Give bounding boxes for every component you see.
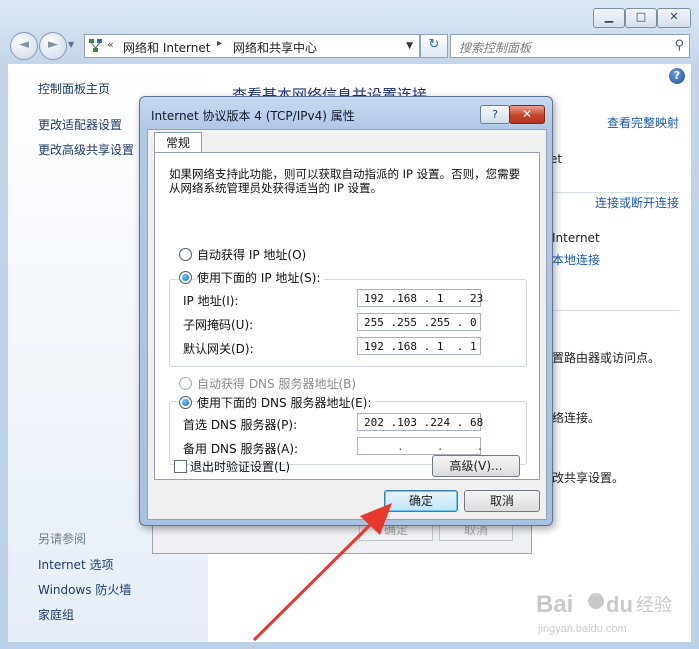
- default-gateway-label: 默认网关(D):: [183, 342, 254, 356]
- manual-ip-radio[interactable]: [179, 271, 192, 284]
- alternate-dns-label: 备用 DNS 服务器(A):: [183, 442, 299, 456]
- ok-button[interactable]: 确定: [384, 490, 458, 512]
- sidebar-link-advanced-sharing[interactable]: 更改高级共享设置: [38, 141, 134, 158]
- sidebar-link-adapter-settings[interactable]: 更改适配器设置: [38, 116, 122, 133]
- see-also-heading: 另请参阅: [38, 532, 87, 546]
- preferred-dns-label: 首选 DNS 服务器(P):: [183, 418, 298, 432]
- watermark-jingyan: 经验: [636, 595, 672, 616]
- watermark-paw-text: du: [606, 592, 633, 617]
- ip-address-label: IP 地址(I):: [183, 294, 239, 308]
- forward-button[interactable]: ►: [39, 32, 67, 60]
- dialog-help-button[interactable]: ?: [480, 105, 510, 124]
- address-bar[interactable]: « 网络和 Internet ▸ 网络和共享中心 ▼: [84, 34, 420, 58]
- ipv4-properties-dialog: Internet 协议版本 4 (TCP/IPv4) 属性 ? ✕ 常规 如果网…: [139, 96, 553, 526]
- auto-dns-label: 自动获得 DNS 服务器地址(B): [197, 377, 357, 391]
- view-full-map-link[interactable]: 查看完整映射: [607, 114, 679, 131]
- task-text-connect: 络连接。: [552, 411, 601, 425]
- tab-general[interactable]: 常规: [154, 132, 202, 153]
- network-icon: [89, 39, 102, 52]
- back-button[interactable]: ◄: [10, 32, 38, 60]
- watermark-brand: Bai: [536, 591, 573, 618]
- close-icon: ✕: [669, 10, 679, 23]
- alternate-dns-input[interactable]: . . .: [357, 437, 483, 455]
- subnet-mask-input[interactable]: 255 .255 .255 . 0: [357, 313, 481, 331]
- breadcrumb-separator-icon[interactable]: ▸: [217, 38, 222, 49]
- tab-panel-general: 如果网络支持此功能，则可以获取自动指派的 IP 设置。否则，您需要从网络系统管理…: [154, 152, 540, 480]
- advanced-button[interactable]: 高级(V)...: [432, 455, 520, 477]
- default-gateway-input[interactable]: 192 .168 . 1 . 1: [357, 337, 481, 355]
- breadcrumb-network-sharing-center[interactable]: 网络和共享中心: [233, 39, 317, 56]
- paw-icon: [588, 593, 604, 609]
- ip-address-input[interactable]: 192 .168 . 1 . 23: [357, 289, 483, 307]
- help-icon[interactable]: ?: [669, 68, 685, 84]
- local-connection-link[interactable]: 本地连接: [552, 251, 600, 268]
- search-placeholder: 搜索控制面板: [459, 41, 532, 55]
- sidebar-link-internet-options[interactable]: Internet 选项: [38, 556, 113, 573]
- maximize-button[interactable]: □: [625, 8, 657, 28]
- watermark-url: jingyan.baidu.com: [537, 623, 627, 635]
- auto-dns-radio: [179, 377, 192, 390]
- baidu-jingyan-watermark: Bai du 经验 jingyan.baidu.com: [536, 591, 672, 635]
- search-icon[interactable]: ⚲: [674, 38, 684, 53]
- dialog-title: Internet 协议版本 4 (TCP/IPv4) 属性: [151, 109, 355, 123]
- sidebar-link-homegroup[interactable]: 家庭组: [38, 606, 74, 623]
- forward-arrow-icon: ►: [48, 37, 58, 52]
- navigation-bar: ◄ ► ▼ « 网络和 Internet ▸ 网络和共享中心 ▼ ↻ 搜索控制面…: [8, 32, 691, 60]
- minimize-icon: ▁: [604, 10, 614, 23]
- auto-ip-radio[interactable]: [179, 248, 192, 261]
- dialog-close-button[interactable]: ✕: [509, 105, 545, 124]
- connect-disconnect-link[interactable]: 连接或断开连接: [595, 194, 679, 211]
- sidebar-link-windows-firewall[interactable]: Windows 防火墙: [38, 581, 131, 598]
- manual-dns-radio[interactable]: [179, 396, 192, 409]
- preferred-dns-input[interactable]: 202 .103 .224 . 68: [357, 413, 483, 431]
- intro-text: 如果网络支持此功能，则可以获取自动指派的 IP 设置。否则，您需要从网络系统管理…: [169, 167, 521, 195]
- window-caption-buttons: ▁ □ ✕: [593, 8, 691, 28]
- minimize-button[interactable]: ▁: [593, 8, 625, 28]
- task-text-sharing: 改共享设置。: [552, 471, 625, 485]
- recent-pages-dropdown[interactable]: ▼: [68, 40, 74, 49]
- close-window-button[interactable]: ✕: [657, 8, 691, 28]
- breadcrumb-network-internet[interactable]: 网络和 Internet: [123, 39, 210, 56]
- subnet-mask-label: 子网掩码(U):: [183, 318, 254, 332]
- refresh-icon: ↻: [428, 37, 440, 52]
- sidebar-link-control-panel-home[interactable]: 控制面板主页: [38, 80, 110, 97]
- manual-ip-label[interactable]: 使用下面的 IP 地址(S):: [197, 269, 325, 286]
- validate-on-exit-label[interactable]: 退出时验证设置(L): [190, 458, 290, 475]
- back-arrow-icon: ◄: [19, 37, 29, 52]
- access-type-internet: Internet: [552, 231, 600, 245]
- validate-on-exit-checkbox[interactable]: [174, 460, 187, 473]
- cancel-button[interactable]: 取消: [464, 490, 540, 512]
- refresh-button[interactable]: ↻: [420, 34, 448, 58]
- address-overflow-chevron[interactable]: «: [107, 38, 114, 51]
- address-dropdown-icon[interactable]: ▼: [406, 41, 413, 51]
- search-input[interactable]: 搜索控制面板 ⚲: [450, 34, 690, 58]
- dialog-body: 常规 如果网络支持此功能，则可以获取自动指派的 IP 设置。否则，您需要从网络系…: [147, 129, 547, 520]
- maximize-icon: □: [635, 10, 647, 23]
- task-text-router: 置路由器或访问点。: [552, 351, 661, 365]
- manual-dns-label[interactable]: 使用下面的 DNS 服务器地址(E):: [197, 394, 376, 411]
- auto-ip-label[interactable]: 自动获得 IP 地址(O): [197, 246, 306, 263]
